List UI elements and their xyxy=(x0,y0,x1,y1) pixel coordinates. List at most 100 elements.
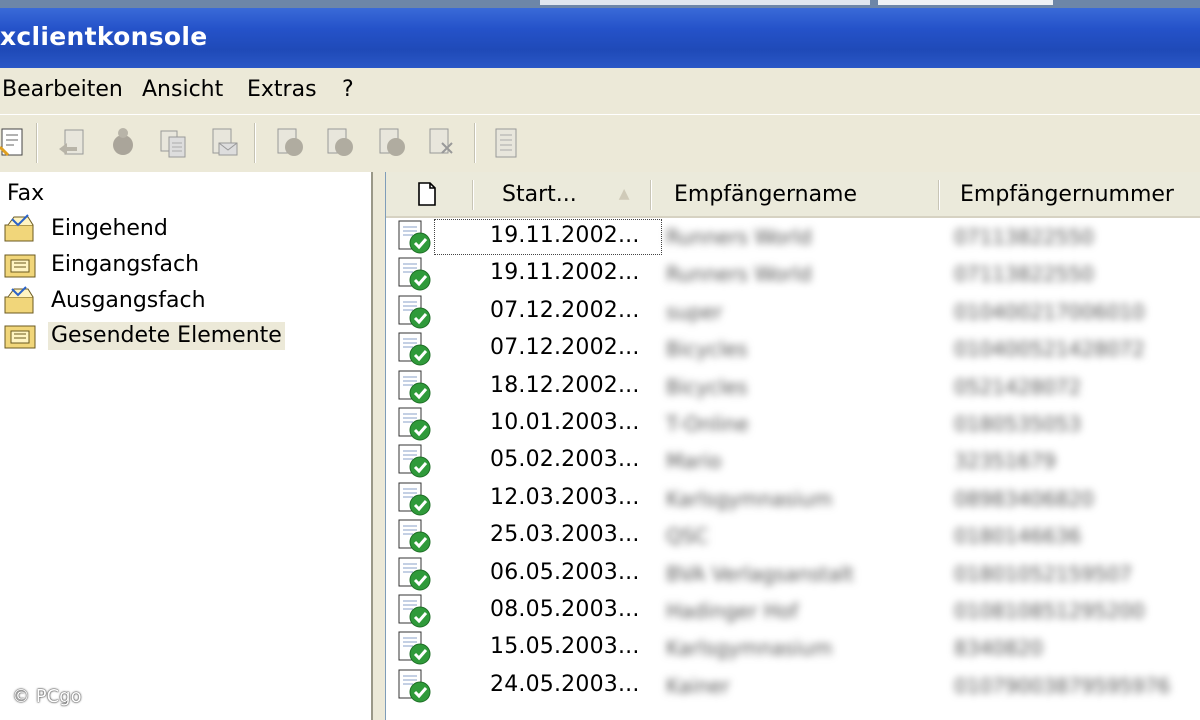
sent-fax-ok-icon xyxy=(396,593,432,629)
table-row[interactable]: 25.03.2003... QSC 0180146636 xyxy=(386,517,1200,554)
doc-arrow-3-icon[interactable] xyxy=(374,125,410,161)
sent-fax-ok-icon xyxy=(396,219,432,255)
tree-item-label: Ausgangsfach xyxy=(51,288,206,313)
cell-recipient-number: 010400217006010 xyxy=(954,299,1145,324)
table-row[interactable]: 12.03.2003... Karlsgymnasium 08983406820 xyxy=(386,480,1200,517)
tree-item-label: Eingangsfach xyxy=(51,252,200,277)
message-list: Start... ▲ Empfängername Empfängernummer… xyxy=(385,172,1200,720)
cell-recipient-number: 07113822550 xyxy=(954,225,1094,249)
sent-fax-ok-icon xyxy=(396,331,432,367)
column-header-icon[interactable] xyxy=(416,172,456,216)
sent-fax-ok-icon xyxy=(396,518,432,554)
cell-start-date: 18.12.2002... xyxy=(490,372,640,398)
tree-item-gesendete-elemente[interactable]: Gesendete Elemente xyxy=(2,320,285,352)
cell-start-date: 07.12.2002... xyxy=(490,297,640,323)
sent-fax-ok-icon xyxy=(396,630,432,666)
cell-recipient-number: 0180535053 xyxy=(954,412,1082,436)
cell-recipient-number: 0521428072 xyxy=(954,374,1082,399)
column-header-start[interactable]: Start... ▲ xyxy=(502,172,662,216)
toolbar-separator-3 xyxy=(474,123,476,163)
sent-fax-ok-icon xyxy=(396,668,432,704)
cell-start-date: 25.03.2003... xyxy=(490,522,640,548)
cell-recipient-name: Hadinger Hof xyxy=(666,599,799,623)
table-row[interactable]: 06.05.2003... BVA Verlagsanstalt 018010521… xyxy=(386,555,1200,592)
cell-start-date: 19.11.2002... xyxy=(490,260,640,286)
cell-start-date: 24.05.2003... xyxy=(490,671,640,697)
cell-recipient-name: Bicycles xyxy=(666,374,748,399)
cell-start-date: 05.02.2003... xyxy=(490,447,640,473)
tree-item-eingangsfach[interactable]: Eingangsfach xyxy=(2,249,202,281)
title-bar[interactable]: xclientkonsole xyxy=(0,8,1200,68)
cell-start-date: 12.03.2003... xyxy=(490,484,640,510)
column-header-empfaengername[interactable]: Empfängername xyxy=(674,172,934,216)
cell-start-date: 10.01.2003... xyxy=(490,410,640,435)
forward-icon[interactable] xyxy=(105,125,141,161)
sent-fax-ok-icon xyxy=(396,443,432,479)
menu-ansicht[interactable]: Ansicht xyxy=(142,77,223,102)
reply-icon[interactable] xyxy=(55,125,91,161)
cell-recipient-name: Kainer xyxy=(666,673,730,698)
sent-fax-ok-icon xyxy=(396,369,432,405)
column-divider[interactable] xyxy=(650,180,652,210)
table-row[interactable]: 19.11.2002... Runners World 07113822550 xyxy=(386,218,1200,255)
table-row[interactable]: 08.05.2003... Hadinger Hof 010810851295200 xyxy=(386,592,1200,629)
cell-recipient-name: Mario xyxy=(666,449,722,474)
menu-bar: Bearbeiten Ansicht Extras ? xyxy=(0,68,1200,114)
cell-recipient-name: T-Online xyxy=(666,412,749,436)
taskbar-window-button-2[interactable] xyxy=(878,0,1053,5)
copyright-watermark: © PCgo xyxy=(12,686,82,707)
cell-recipient-number: 010400521428072 xyxy=(954,337,1145,362)
table-row[interactable]: 07.12.2002... super 010400217006010 xyxy=(386,293,1200,330)
cell-start-date: 08.05.2003... xyxy=(490,597,640,622)
cell-recipient-name: super xyxy=(666,299,723,324)
cell-recipient-number: 32351679 xyxy=(954,449,1056,474)
cell-recipient-number: 01801052159507 xyxy=(954,561,1133,586)
tree-root-fax[interactable]: Fax xyxy=(4,178,47,210)
menu-extras[interactable]: Extras xyxy=(247,77,317,102)
column-header-label: Empfängernummer xyxy=(960,181,1174,207)
column-header-empfaengernummer[interactable]: Empfängernummer xyxy=(960,172,1200,216)
taskbar-window-button[interactable] xyxy=(540,0,870,5)
mail-icon[interactable] xyxy=(205,125,241,161)
sent-fax-ok-icon xyxy=(396,481,432,517)
tree-item-ausgangsfach[interactable]: Ausgangsfach xyxy=(2,285,209,317)
column-divider[interactable] xyxy=(938,180,940,210)
delete-doc-icon[interactable] xyxy=(424,125,460,161)
properties-icon[interactable] xyxy=(488,125,524,161)
table-row[interactable]: 07.12.2002... Bicycles 010400521428072 xyxy=(386,330,1200,367)
table-row[interactable]: 24.05.2003... Kainer 01079003879595976 xyxy=(386,667,1200,704)
sent-fax-ok-icon xyxy=(396,556,432,592)
table-row[interactable]: 15.05.2003... Karlsgymnasium 8340820 xyxy=(386,629,1200,666)
tree-item-eingehend[interactable]: Eingehend xyxy=(2,213,171,245)
pane-splitter[interactable] xyxy=(373,172,385,720)
inbox-folder-icon xyxy=(4,254,36,278)
column-header-label: Empfängername xyxy=(674,181,858,207)
tree-root-label: Fax xyxy=(7,181,45,206)
sent-fax-ok-icon xyxy=(396,256,432,292)
new-fax-icon[interactable] xyxy=(0,125,30,161)
cell-recipient-name: Runners World xyxy=(666,225,812,249)
table-row[interactable]: 10.01.2003... T-Online 0180535053 xyxy=(386,405,1200,442)
cell-recipient-name: BVA Verlagsanstalt xyxy=(666,561,854,586)
folder-tree: Fax Eingehend Eingangsfach Ausgangsfach … xyxy=(0,172,373,720)
menu-bearbeiten[interactable]: Bearbeiten xyxy=(2,77,123,102)
tree-item-label: Eingehend xyxy=(51,216,168,241)
cell-recipient-name: Runners World xyxy=(666,262,812,287)
cell-recipient-number: 07113822550 xyxy=(954,262,1094,287)
table-row[interactable]: 19.11.2002... Runners World 07113822550 xyxy=(386,255,1200,292)
column-header-label: Start... xyxy=(502,181,577,207)
outbox-fax-icon xyxy=(4,286,34,314)
table-row[interactable]: 05.02.2003... Mario 32351679 xyxy=(386,442,1200,479)
toolbar xyxy=(0,114,1200,170)
cell-recipient-name: QSC xyxy=(666,524,709,549)
cell-recipient-number: 8340820 xyxy=(954,636,1044,661)
column-divider[interactable] xyxy=(472,180,474,210)
doc-arrow-icon[interactable] xyxy=(272,125,308,161)
doc-arrow-2-icon[interactable] xyxy=(322,125,358,161)
menu-help[interactable]: ? xyxy=(342,77,354,102)
cell-recipient-name: Karlsgymnasium xyxy=(666,636,833,661)
taskbar-strip xyxy=(0,0,1200,8)
print-icon[interactable] xyxy=(155,125,191,161)
sort-ascending-icon: ▲ xyxy=(618,186,630,202)
table-row[interactable]: 18.12.2002... Bicycles 0521428072 xyxy=(386,368,1200,405)
